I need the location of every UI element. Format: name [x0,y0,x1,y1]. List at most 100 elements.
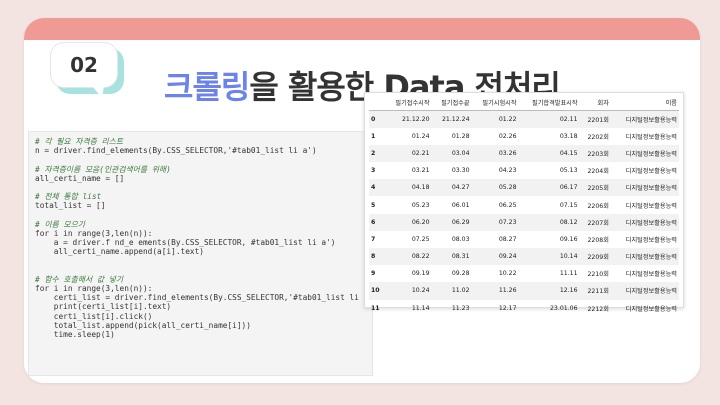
table-row: 2 02.21 03.04 03.26 04.15 2203회 디지털정보활용능력 [369,144,679,163]
code-line: certi_list = driver.find_elements(By.CSS… [35,293,373,303]
table-cell: 2211회 [579,282,611,300]
slide-number-badge: 02 [50,42,128,98]
table-cell: 06.17 [518,179,580,197]
code-block: # 각 필요 자격증 리스트 n = driver.find_elements(B… [28,131,373,376]
column-header: 이름 [610,95,679,111]
table-cell: 디지털정보활용능력 [625,236,677,244]
table-cell: 06.01 [451,201,470,209]
dataframe-table: 필기접수시작 필기접수끝 필기시험시작 필기합격발표시작 회차 이름 0 21.12.20 2… [369,95,679,317]
table-cell: 2210회 [587,271,609,279]
code-comment-line: # 함수 호출해서 값 넣기 [35,274,124,284]
table-row: 10 10.24 11.02 11.26 12.16 2211회 디지털정보활용능력 [369,282,679,300]
table-cell: 11.14 [411,304,430,312]
table-cell: 06.29 [431,213,472,231]
table-cell: 2207회 [579,213,611,231]
code-comment-line: # 전체 통합 list [35,192,102,202]
speech-bubble-tail [92,86,104,98]
table-cell: 01.24 [411,132,430,140]
column-header: 필기접수끝 [431,95,472,111]
table-cell: 11.11 [559,270,578,278]
table-row: 6 06.20 06.29 07.23 08.12 2207회 디지털정보활용능력 [369,213,679,231]
table-cell: 디지털정보활용능력 [610,179,679,197]
table-cell: 08.12 [518,213,580,231]
table-cell: 03.21 [411,167,430,175]
code-line: total_list = [] [35,201,106,211]
table-row: 11 11.14 11.23 12.17 23.01.06 2212회 디지털정보활용능력 [369,300,679,317]
table-cell: 07.25 [411,235,430,243]
column-header: 필기합격발표시작 [518,95,580,111]
slide-number: 02 [50,42,118,88]
table-cell: 09.28 [451,270,470,278]
table-row: 4 04.18 04.27 05.28 06.17 2205회 디지털정보활용능력 [369,179,679,197]
row-index: 7 [371,235,376,243]
table-body: 0 21.12.20 21.12.24 01.22 02.11 2201회디지털정보활용능… [369,110,679,317]
table-cell: 07.23 [471,213,519,231]
table-cell: 04.15 [518,144,580,163]
table-cell: 08.03 [451,235,470,243]
table-cell: 03.04 [431,144,472,163]
table-cell: 02.11 [518,110,580,128]
table-cell: 2203회 [579,144,611,163]
table-cell: 디지털정보활용능력 [625,305,677,313]
table-header-row: 필기접수시작 필기접수끝 필기시험시작 필기합격발표시작 회차 이름 [369,95,679,111]
code-comment-line: # 각 필요 자격증 리스트 [35,137,124,146]
table-cell: 디지털정보활용능력 [610,144,679,163]
table-cell: 디지털정보활용능력 [610,282,679,300]
row-index: 10 [369,282,385,300]
row-index: 6 [369,213,385,231]
column-header: 필기접수시작 [384,95,432,111]
table-cell: 01.28 [451,132,470,140]
table-cell: 09.19 [411,270,430,278]
table-cell: 08.22 [384,248,432,266]
table-cell: 21.12.20 [384,110,432,128]
table-cell: 2212회 [587,305,609,313]
table-cell: 04.27 [431,179,472,197]
code-line: all_certi_name.append(a[i].text) [35,247,204,257]
table-cell: 05.13 [559,167,578,175]
table-cell: 디지털정보활용능력 [625,168,677,176]
row-index: 11 [371,304,380,312]
row-index: 8 [369,248,385,266]
table-row: 9 09.19 09.28 10.22 11.11 2210회 디지털정보활용능력 [369,265,679,282]
table-row: 0 21.12.20 21.12.24 01.22 02.11 2201회 디지털정보활용능… [369,110,679,128]
table-cell: 05.28 [471,179,519,197]
table-cell: 02.21 [384,144,432,163]
table-cell: 디지털정보활용능력 [625,271,677,279]
row-index: 5 [371,201,376,209]
table-cell: 01.22 [471,110,519,128]
table-cell: 21.12.24 [431,110,472,128]
table-cell: 11.23 [451,304,470,312]
table-cell: 11.26 [471,282,519,300]
code-line: for i in range(3,len(n)): [35,228,153,238]
table-row: 5 05.23 06.01 06.25 07.15 2206회 디지털정보활용능력 [369,196,679,213]
slide-header-bar [24,18,700,40]
row-index: 0 [369,110,385,128]
code-line: certi_list[i].click() [35,311,153,321]
table-cell: 2202회 [587,133,609,141]
table-row: 8 08.22 08.31 09.24 10.14 2209회 디지털정보활용능력 [369,248,679,266]
table-cell: 12.17 [498,304,517,312]
table-cell: 09.24 [471,248,519,266]
table-cell: 2205회 [579,179,611,197]
row-index: 9 [371,270,376,278]
code-line: print(certi_list[i].text) [35,302,172,312]
column-header [369,95,385,111]
table-cell: 12.16 [518,282,580,300]
table-cell: 06.20 [384,213,432,231]
table-cell: 디지털정보활용능력 [625,133,677,141]
code-line: total_list.append(pick(all_certi_name[i]… [35,320,251,330]
table-row: 1 01.24 01.28 02.26 03.18 2202회 디지털정보활용능력 [369,128,679,145]
table-row: 7 07.25 08.03 08.27 09.16 2208회 디지털정보활용능력 [369,231,679,248]
table-cell: 2206회 [587,202,609,210]
table-cell: 07.15 [559,201,578,209]
table-cell: 04.18 [384,179,432,197]
row-index: 4 [369,179,385,197]
table-cell: 2201회 [579,110,611,128]
table-cell: 02.26 [498,132,517,140]
code-comment-line: # 이름 모으기 [35,219,85,229]
table-cell: 23.01.06 [550,304,578,312]
table-cell: 디지털정보활용능력 [610,248,679,266]
